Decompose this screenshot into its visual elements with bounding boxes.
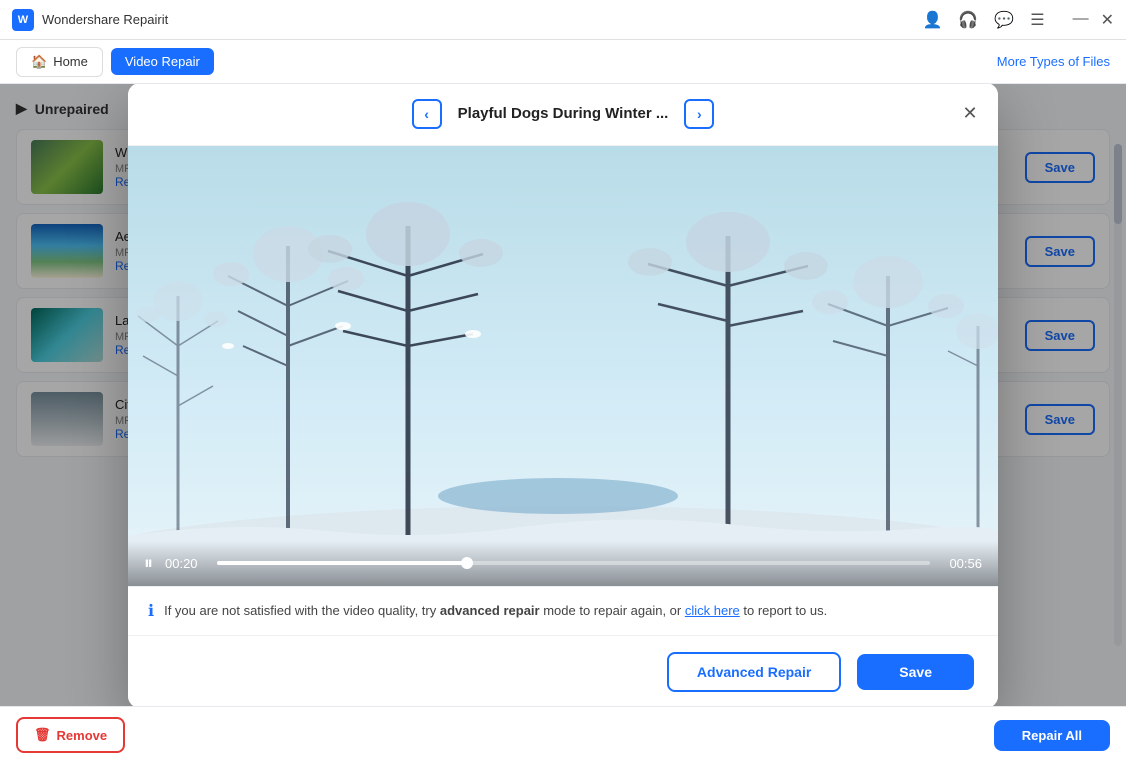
modal-overlay: ‹ Playful Dogs During Winter ... › ✕ [0, 84, 1126, 706]
home-label: Home [53, 54, 88, 69]
menu-icon[interactable]: ☰ [1030, 10, 1044, 30]
title-bar-icons: 👤 🎧 💬 ☰ — ✕ [922, 10, 1114, 30]
modal-save-button[interactable]: Save [857, 654, 974, 690]
app-container: 🏠 Home Video Repair More Types of Files … [0, 40, 1126, 763]
title-bar: W Wondershare Repairit 👤 🎧 💬 ☰ — ✕ [0, 0, 1126, 40]
headphone-icon[interactable]: 🎧 [958, 10, 978, 30]
video-player[interactable]: ⏸ 00:20 00:56 [128, 146, 998, 586]
remove-button[interactable]: 🗑 Remove [16, 717, 125, 753]
more-types-link[interactable]: More Types of Files [997, 54, 1110, 69]
info-bar: ℹ If you are not satisfied with the vide… [128, 586, 998, 636]
info-link[interactable]: click here [685, 603, 740, 618]
content-area: ▶ Unrepaired WinterForest01.mp4 MP4 · 24… [0, 84, 1126, 706]
modal-header: ‹ Playful Dogs During Winter ... › ✕ [128, 84, 998, 146]
video-repair-label: Video Repair [125, 54, 200, 69]
modal-next-button[interactable]: › [684, 99, 714, 129]
info-middle: mode to repair again, or [540, 603, 685, 618]
info-prefix: If you are not satisfied with the video … [164, 603, 440, 618]
info-message: If you are not satisfied with the video … [164, 601, 827, 621]
app-title: Wondershare Repairit [42, 12, 168, 27]
logo-icon: W [12, 9, 34, 31]
progress-bar[interactable] [217, 561, 930, 565]
video-frame [128, 146, 998, 586]
close-button[interactable]: ✕ [1101, 10, 1114, 30]
user-icon[interactable]: 👤 [922, 10, 942, 30]
info-suffix: to report to us. [740, 603, 827, 618]
nav-video-repair-tab[interactable]: Video Repair [111, 48, 214, 75]
chat-icon[interactable]: 💬 [994, 10, 1014, 30]
modal-close-button[interactable]: ✕ [958, 102, 982, 126]
video-preview-modal: ‹ Playful Dogs During Winter ... › ✕ [128, 84, 998, 706]
progress-knob[interactable] [461, 557, 473, 569]
time-total: 00:56 [942, 556, 982, 571]
app-logo: W Wondershare Repairit [12, 9, 168, 31]
home-icon: 🏠 [31, 54, 47, 70]
progress-fill [217, 561, 467, 565]
modal-footer: Advanced Repair Save [128, 636, 998, 707]
info-icon: ℹ [148, 601, 154, 621]
modal-prev-button[interactable]: ‹ [412, 99, 442, 129]
pause-button[interactable]: ⏸ [144, 553, 153, 574]
info-bold-text: advanced repair [440, 603, 540, 618]
modal-title: Playful Dogs During Winter ... [458, 105, 669, 122]
video-controls: ⏸ 00:20 00:56 [128, 541, 998, 586]
bottom-bar: 🗑 Remove Repair All [0, 706, 1126, 763]
nav-home-button[interactable]: 🏠 Home [16, 47, 103, 77]
trash-icon: 🗑 [34, 727, 51, 743]
window-controls: — ✕ [1073, 10, 1114, 30]
nav-bar: 🏠 Home Video Repair More Types of Files [0, 40, 1126, 84]
time-current: 00:20 [165, 556, 205, 571]
advanced-repair-button[interactable]: Advanced Repair [667, 652, 841, 692]
remove-label: Remove [57, 728, 108, 743]
repair-all-button[interactable]: Repair All [994, 720, 1110, 751]
minimize-button[interactable]: — [1073, 10, 1089, 30]
